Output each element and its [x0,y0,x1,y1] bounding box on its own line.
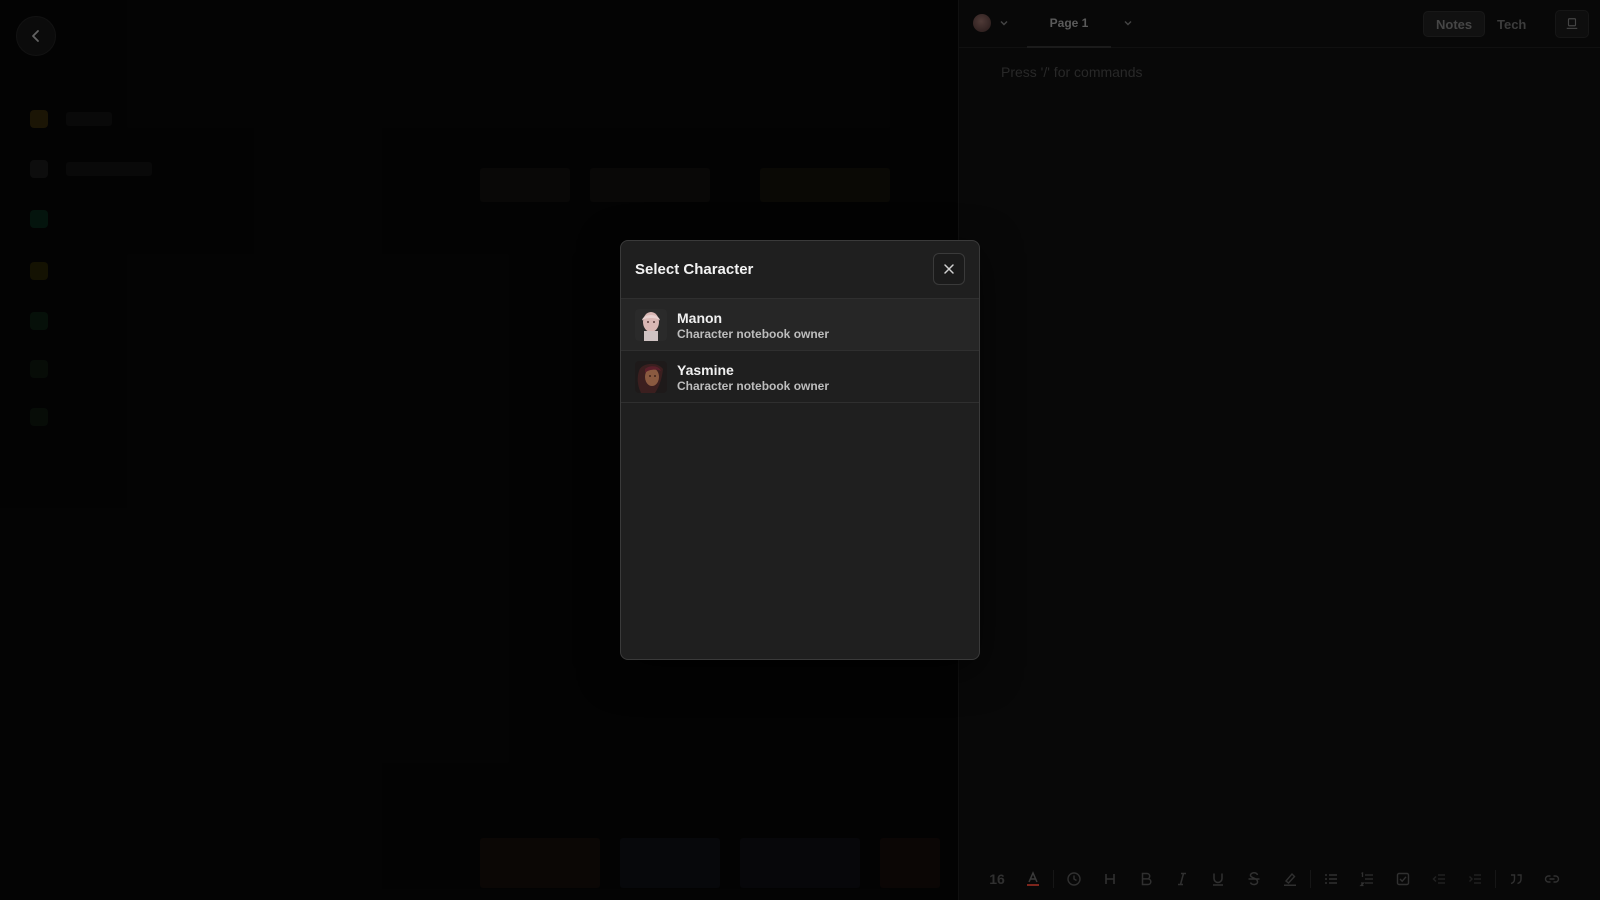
manon-portrait-icon [635,309,667,341]
character-name: Manon [677,310,723,326]
dialog-title: Select Character [635,261,754,278]
dialog-header: Select Character [621,241,979,299]
character-role: Character notebook owner [677,379,830,393]
yasmine-portrait-icon [635,361,667,393]
character-name: Yasmine [677,362,734,378]
close-icon [944,264,954,274]
character-item-yasmine[interactable]: Yasmine Character notebook owner [621,351,979,403]
select-character-dialog: Select Character Manon Character noteboo… [620,240,980,660]
character-item-manon[interactable]: Manon Character notebook owner [621,299,979,351]
character-role: Character notebook owner [677,327,830,341]
close-button[interactable] [933,253,965,285]
